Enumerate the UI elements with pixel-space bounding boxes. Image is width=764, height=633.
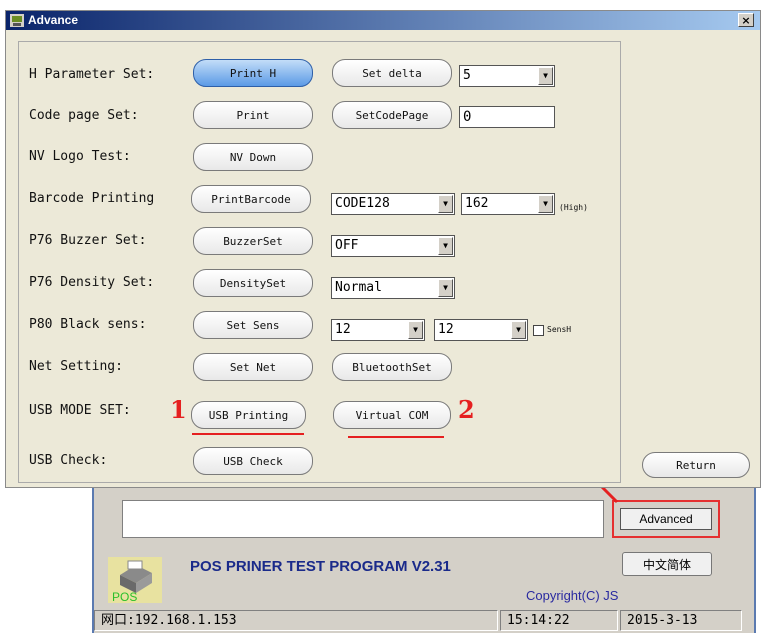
advanced-button[interactable]: Advanced <box>620 508 712 530</box>
set-delta-button[interactable]: Set delta <box>332 59 452 87</box>
buzzer-label: P76 Buzzer Set: <box>29 233 147 248</box>
close-button[interactable]: × <box>738 13 754 27</box>
print-h-button[interactable]: Print H <box>193 59 313 87</box>
nv-down-button[interactable]: NV Down <box>193 143 313 171</box>
log-textbox[interactable] <box>122 500 604 538</box>
status-date: 2015-3-13 <box>620 610 742 631</box>
usb-mode-label: USB MODE SET: <box>29 403 131 418</box>
usb-printing-button[interactable]: USB Printing <box>191 401 306 429</box>
density-label: P76 Density Set: <box>29 275 155 290</box>
net-setting-label: Net Setting: <box>29 359 123 374</box>
app-icon <box>10 14 24 27</box>
sens-select-2[interactable]: 12 ▼ <box>434 319 528 341</box>
annotation-number-2: 2 <box>458 395 475 424</box>
usb-check-label: USB Check: <box>29 453 108 468</box>
print-barcode-button[interactable]: PrintBarcode <box>191 185 311 213</box>
buzzer-value: OFF <box>335 238 359 253</box>
h-param-value: 5 <box>463 68 471 83</box>
set-sens-button[interactable]: Set Sens <box>193 311 313 339</box>
buzzer-select[interactable]: OFF ▼ <box>331 235 455 257</box>
high-label: (High) <box>559 203 588 212</box>
status-bar: 网口:192.168.1.153 15:14:22 2015-3-13 <box>94 610 752 632</box>
status-time: 15:14:22 <box>500 610 618 631</box>
usb-printing-underline <box>192 433 304 435</box>
barcode-label: Barcode Printing <box>29 191 155 206</box>
dropdown-arrow-icon[interactable]: ▼ <box>438 279 453 297</box>
set-net-button[interactable]: Set Net <box>193 353 313 381</box>
sensh-checkbox[interactable] <box>533 325 544 336</box>
usb-check-button[interactable]: USB Check <box>193 447 313 475</box>
program-title: POS PRINER TEST PROGRAM V2.31 <box>190 558 451 575</box>
dialog-title: Advance <box>28 13 79 27</box>
dropdown-arrow-icon[interactable]: ▼ <box>538 195 553 213</box>
density-value: Normal <box>335 280 382 295</box>
h-param-label: H Parameter Set: <box>29 67 155 82</box>
virtual-com-button[interactable]: Virtual COM <box>333 401 451 429</box>
return-button[interactable]: Return <box>642 452 750 478</box>
dropdown-arrow-icon[interactable]: ▼ <box>438 237 453 255</box>
dropdown-arrow-icon[interactable]: ▼ <box>438 195 453 213</box>
nv-logo-label: NV Logo Test: <box>29 149 131 164</box>
virtual-com-underline <box>348 436 444 438</box>
dropdown-arrow-icon[interactable]: ▼ <box>511 321 526 339</box>
black-sens-label: P80 Black sens: <box>29 317 147 332</box>
title-bar: Advance × <box>6 11 760 30</box>
advance-dialog: Advance × H Parameter Set: Print H Set d… <box>5 10 761 488</box>
logo-text: POS <box>112 590 137 604</box>
h-param-select[interactable]: 5 ▼ <box>459 65 555 87</box>
barcode-height-select[interactable]: 162 ▼ <box>461 193 555 215</box>
sensh-label: SensH <box>547 325 572 334</box>
dropdown-arrow-icon[interactable]: ▼ <box>538 67 553 85</box>
printer-logo-icon: POS <box>108 557 162 604</box>
sens-value-1: 12 <box>335 322 351 337</box>
annotation-number-1: 1 <box>170 395 187 424</box>
status-ip: 网口:192.168.1.153 <box>94 610 498 631</box>
sens-select-1[interactable]: 12 ▼ <box>331 319 425 341</box>
barcode-type-select[interactable]: CODE128 ▼ <box>331 193 455 215</box>
buzzer-set-button[interactable]: BuzzerSet <box>193 227 313 255</box>
language-button[interactable]: 中文简体 <box>622 552 712 576</box>
density-select[interactable]: Normal ▼ <box>331 277 455 299</box>
dropdown-arrow-icon[interactable]: ▼ <box>408 321 423 339</box>
copyright-text: Copyright(C) JS <box>526 588 619 603</box>
barcode-height-value: 162 <box>465 196 489 211</box>
print-button[interactable]: Print <box>193 101 313 129</box>
code-page-input[interactable]: 0 <box>459 106 555 128</box>
set-code-page-button[interactable]: SetCodePage <box>332 101 452 129</box>
density-set-button[interactable]: DensitySet <box>193 269 313 297</box>
code-page-label: Code page Set: <box>29 108 139 123</box>
barcode-type-value: CODE128 <box>335 196 390 211</box>
sens-value-2: 12 <box>438 322 454 337</box>
bluetooth-set-button[interactable]: BluetoothSet <box>332 353 452 381</box>
